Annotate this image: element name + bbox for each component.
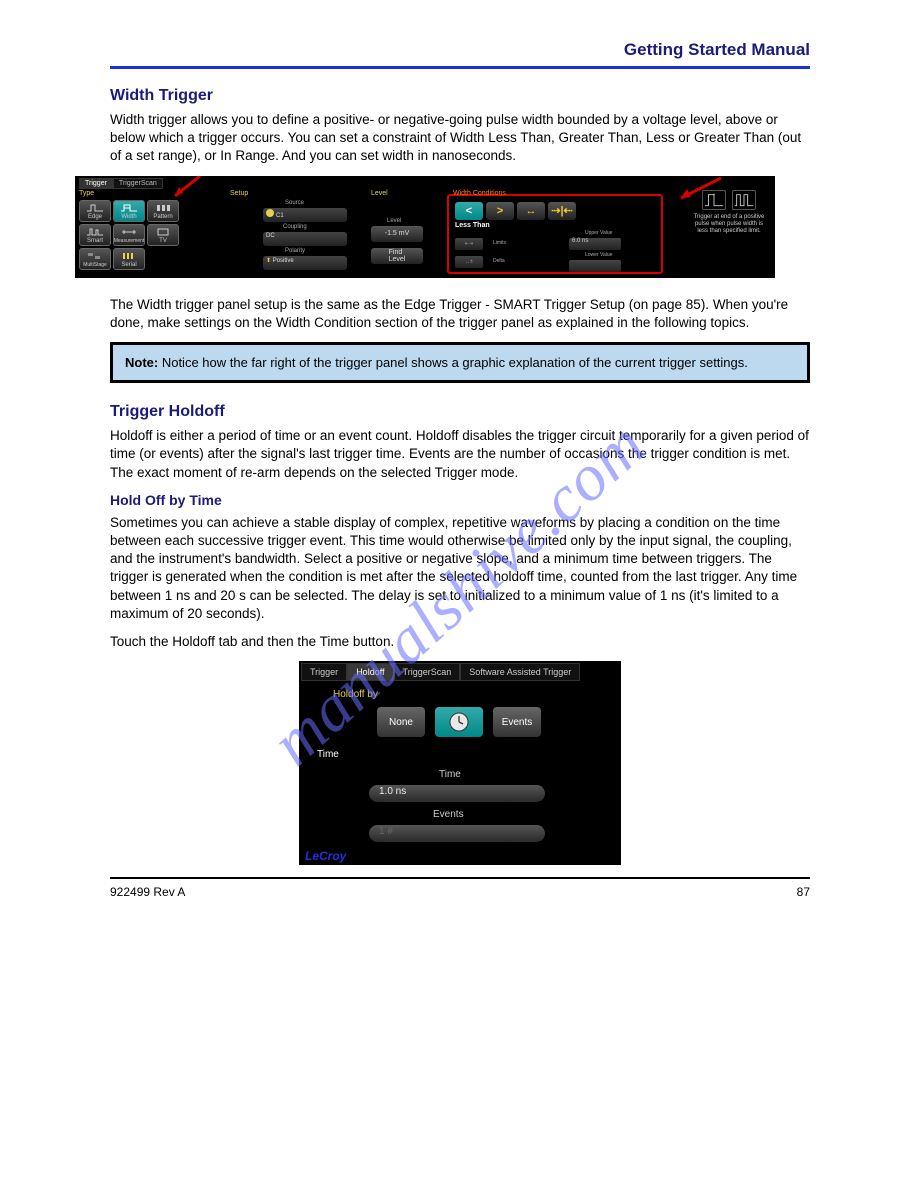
fig2-tab-trigger[interactable]: Trigger (301, 663, 347, 681)
figure-width-trigger-panel: Trigger TriggerScan Type Edge Width Patt… (75, 176, 775, 278)
fig1-setup-label: Setup (230, 190, 248, 197)
fig2-tab-triggerscan[interactable]: TriggerScan (394, 663, 461, 681)
fig2-time-button[interactable] (435, 707, 483, 737)
fig1-wc-lessthan-button[interactable]: < (455, 202, 483, 220)
fig1-trigger-illustration-icon-2 (732, 190, 756, 210)
width-trigger-paragraph-2: The Width trigger panel setup is the sam… (110, 296, 810, 332)
fig1-delta-button[interactable]: ↔± (455, 256, 483, 268)
fig2-events-button[interactable]: Events (493, 707, 541, 737)
page-header-title: Getting Started Manual (110, 40, 810, 60)
fig1-right-description: Trigger at end of a positive pulse when … (689, 190, 769, 236)
fig1-type-tv[interactable]: TV (147, 224, 179, 246)
note-label: Note: (125, 355, 158, 370)
fig2-holdoff-by-label: Holdoff by (333, 689, 378, 700)
fig2-events-field: 1 # (369, 825, 545, 842)
fig1-level-label: Level (371, 190, 388, 197)
note-box: Note: Notice how the far right of the tr… (110, 342, 810, 383)
fig1-type-measurement[interactable]: Measurement (113, 224, 145, 246)
fig1-wc-greaterthan-button[interactable]: > (486, 202, 514, 220)
fig1-lessthan-text: Less Than (455, 222, 490, 229)
width-trigger-paragraph-1: Width trigger allows you to define a pos… (110, 111, 810, 166)
fig2-tabs: Trigger Holdoff TriggerScan Software Ass… (301, 663, 580, 681)
fig1-tab-triggerscan[interactable]: TriggerScan (113, 178, 163, 189)
fig1-coupling-label: Coupling (283, 224, 307, 230)
fig2-none-button[interactable]: None (377, 707, 425, 737)
fig1-tabs: Trigger TriggerScan (79, 178, 163, 189)
holdoff-time-paragraph: Sometimes you can achieve a stable displ… (110, 514, 810, 623)
fig1-limits-button[interactable]: ⇤⇥ (455, 238, 483, 250)
fig1-coupling-field[interactable]: DC (263, 232, 347, 246)
fig1-type-label: Type (79, 190, 94, 197)
footer-rule (110, 877, 810, 879)
clock-icon (448, 711, 470, 733)
fig2-time-field-label: Time (439, 769, 461, 780)
fig1-arrow-width-icon (165, 176, 205, 214)
header-rule (110, 66, 810, 69)
fig2-time-section-label: Time (317, 749, 339, 760)
fig1-delta-label: Delta (493, 258, 505, 264)
fig1-tab-trigger[interactable]: Trigger (79, 178, 113, 189)
fig1-type-multistage[interactable]: MultiStage (79, 248, 111, 270)
holdoff-time-subtitle: Hold Off by Time (110, 492, 810, 508)
holdoff-time-touch-instruction: Touch the Holdoff tab and then the Time … (110, 633, 810, 651)
section-trigger-holdoff-title: Trigger Holdoff (110, 403, 810, 421)
fig1-polarity-label: Polarity (285, 248, 305, 254)
fig1-limits-label: Limits (493, 240, 506, 246)
page-footer: 922499 Rev A 87 (110, 885, 810, 899)
footer-docnum: 922499 Rev A (110, 885, 185, 899)
fig1-trigger-illustration-icon-1 (702, 190, 726, 210)
fig2-events-field-label: Events (433, 809, 464, 820)
fig1-type-width[interactable]: Width (113, 200, 145, 222)
fig1-level-value[interactable]: -1.5 mV (371, 226, 423, 242)
fig2-tab-software-assisted[interactable]: Software Assisted Trigger (460, 663, 580, 681)
fig2-brand-label: LeCroy (305, 849, 346, 863)
fig1-lower-label: Lower Value (585, 252, 612, 258)
fig1-width-conditions-label: Width Conditions (453, 190, 506, 197)
fig1-type-edge[interactable]: Edge (79, 200, 111, 222)
fig1-source-label: Source (285, 200, 304, 206)
fig1-polarity-field[interactable]: ⬆ Positive (263, 256, 347, 270)
polarity-up-icon: ⬆ (266, 258, 271, 264)
fig1-type-serial[interactable]: Serial (113, 248, 145, 270)
fig1-type-smart[interactable]: Smart (79, 224, 111, 246)
holdoff-paragraph: Holdoff is either a period of time or an… (110, 427, 810, 482)
fig1-upper-value[interactable]: 6.0 ns (569, 238, 621, 250)
figure-holdoff-panel: Trigger Holdoff TriggerScan Software Ass… (299, 661, 621, 865)
section-width-trigger-title: Width Trigger (110, 87, 810, 105)
fig1-source-field[interactable]: C1 (263, 208, 347, 222)
fig1-lower-value[interactable] (569, 260, 621, 272)
note-text: Notice how the far right of the trigger … (158, 355, 748, 370)
fig2-time-field[interactable]: 1.0 ns (369, 785, 545, 802)
fig1-right-desc-text: Trigger at end of a positive pulse when … (689, 214, 769, 236)
channel-dot-icon (266, 209, 274, 217)
fig1-find-level-button[interactable]: Find Level (371, 248, 423, 264)
footer-pagenum: 87 (797, 885, 810, 899)
fig1-wc-inrange-button[interactable]: ⇢|⇠ (548, 202, 576, 220)
fig1-level-head: Level (387, 218, 401, 224)
fig1-wc-outrange-button[interactable]: ↔ (517, 202, 545, 220)
fig2-tab-holdoff[interactable]: Holdoff (347, 663, 393, 681)
fig1-upper-label: Upper Value (585, 230, 612, 236)
